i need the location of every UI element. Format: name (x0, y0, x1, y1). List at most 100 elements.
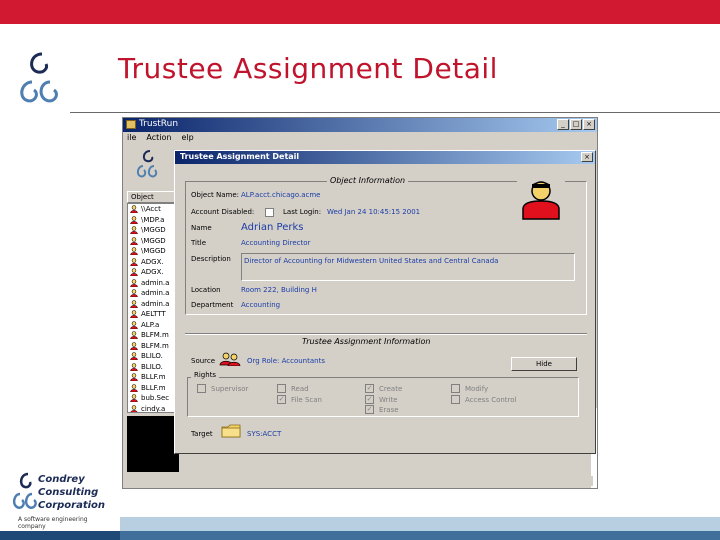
right-write-label: Write (379, 396, 398, 404)
right-file-scan-label: File Scan (291, 396, 322, 404)
dialog-close-button[interactable]: × (581, 152, 593, 162)
menu-bar: ile Action elp (127, 133, 194, 142)
list-item-label: admin.a (141, 289, 170, 298)
user-icon (130, 216, 138, 224)
close-button[interactable]: × (583, 119, 595, 130)
list-item[interactable]: AELTTT (128, 309, 178, 320)
user-icon (130, 258, 138, 266)
location-value: Room 222, Building H (241, 286, 317, 294)
list-item-label: BLFM.m (141, 331, 169, 340)
bottom-accent-band (0, 517, 720, 540)
name-value: Adrian Perks (241, 222, 304, 233)
list-item-label: admin.a (141, 278, 170, 287)
description-label: Description (191, 255, 231, 263)
minimize-button[interactable]: _ (557, 119, 569, 130)
user-icon (130, 321, 138, 329)
logo-line-2: Consulting (38, 487, 99, 498)
last-login-label: Last Login: (283, 208, 322, 216)
right-access-control-checkbox[interactable] (451, 395, 460, 404)
list-item[interactable]: BLLF.m (128, 383, 178, 394)
list-item[interactable]: \MGGD (128, 246, 178, 257)
account-disabled-checkbox[interactable] (265, 208, 274, 217)
list-item[interactable]: \\Acct (128, 204, 178, 215)
user-icon (130, 394, 138, 403)
user-icon (130, 289, 138, 298)
account-disabled-label: Account Disabled: (191, 208, 255, 216)
logo-line-1: Condrey (38, 474, 85, 485)
right-file-scan-checkbox[interactable]: ✓ (277, 395, 286, 404)
user-icon (130, 300, 138, 308)
list-item[interactable]: cindy.a (128, 404, 178, 412)
department-value: Accounting (241, 301, 281, 309)
list-item[interactable]: admin.a (128, 288, 178, 299)
user-icon (130, 205, 138, 214)
user-icon (130, 342, 138, 350)
folder-icon (221, 424, 241, 438)
slide-title: Trustee Assignment Detail (118, 52, 498, 85)
list-item-label: \MGGD (141, 247, 166, 256)
right-write-checkbox[interactable]: ✓ (365, 395, 374, 404)
list-item[interactable]: ALP.a (128, 320, 178, 331)
list-item-label: \MGGD (141, 226, 166, 235)
list-item[interactable]: ADGX. (128, 267, 178, 278)
list-item[interactable]: \MGGD (128, 236, 178, 247)
list-item[interactable]: admin.a (128, 299, 178, 310)
user-icon (130, 384, 138, 392)
hide-button[interactable]: Hide (511, 357, 577, 371)
list-item[interactable]: bub.Sec (128, 393, 178, 404)
department-label: Department (191, 301, 234, 309)
user-icon (130, 268, 138, 277)
list-item[interactable]: \MGGD (128, 225, 178, 236)
status-bar (127, 476, 593, 486)
list-item[interactable]: BLILO. (128, 362, 178, 373)
list-item-label: ADGX. (141, 268, 164, 277)
section-separator (185, 333, 587, 335)
trustee-info-caption: Trustee Assignment Information (299, 337, 434, 346)
right-create-checkbox[interactable]: ✓ (365, 384, 374, 393)
menu-action[interactable]: Action (146, 133, 171, 142)
list-item-label: BLFM.m (141, 341, 169, 350)
maximize-button[interactable]: □ (570, 119, 582, 130)
description-value: Director of Accounting for Midwestern Un… (244, 257, 499, 265)
list-item-label: BLILO. (141, 362, 163, 371)
user-icon (130, 363, 138, 371)
menu-help[interactable]: elp (181, 133, 193, 142)
object-name-label: Object Name: (191, 191, 240, 199)
right-erase-checkbox[interactable]: ✓ (365, 405, 374, 414)
list-item-label: AELTTT (141, 310, 166, 319)
list-column-header[interactable]: Object (127, 191, 179, 203)
empty-pane (127, 416, 179, 472)
app-title: TrustRun (139, 119, 179, 129)
list-item[interactable]: BLFM.m (128, 330, 178, 341)
right-read-checkbox[interactable] (277, 384, 286, 393)
user-icon (130, 405, 138, 412)
list-item[interactable]: ADGX. (128, 257, 178, 268)
title-value: Accounting Director (241, 239, 311, 247)
dialog-title-bar: Trustee Assignment Detail × (175, 151, 595, 164)
right-supervisor-label: Supervisor (211, 385, 249, 393)
top-accent-bar (0, 0, 720, 24)
dialog-title: Trustee Assignment Detail (180, 152, 300, 161)
right-supervisor-checkbox[interactable] (197, 384, 206, 393)
user-icon (130, 310, 138, 319)
right-erase-label: Erase (379, 406, 399, 414)
object-list[interactable]: \\Acct \MDP.a \MGGD \MGGD \MGGD ADGX. ADGX. adm… (127, 203, 179, 413)
right-modify-checkbox[interactable] (451, 384, 460, 393)
user-icon (130, 352, 138, 361)
group-icon (219, 352, 241, 366)
list-item[interactable]: \MDP.a (128, 215, 178, 226)
target-value: SYS:ACCT (247, 430, 282, 438)
list-item[interactable]: BLFM.m (128, 341, 178, 352)
location-label: Location (191, 286, 221, 294)
list-item-label: \MGGD (141, 236, 166, 245)
list-item-label: \MDP.a (141, 215, 165, 224)
list-item-label: BLLF.m (141, 373, 166, 382)
user-avatar-icon (517, 177, 565, 221)
user-icon (130, 237, 138, 245)
menu-file[interactable]: ile (127, 133, 136, 142)
toolbar-logo-icon (136, 150, 158, 178)
list-item[interactable]: admin.a (128, 278, 178, 289)
list-item[interactable]: BLILO. (128, 351, 178, 362)
user-icon (130, 373, 138, 382)
list-item[interactable]: BLLF.m (128, 372, 178, 383)
